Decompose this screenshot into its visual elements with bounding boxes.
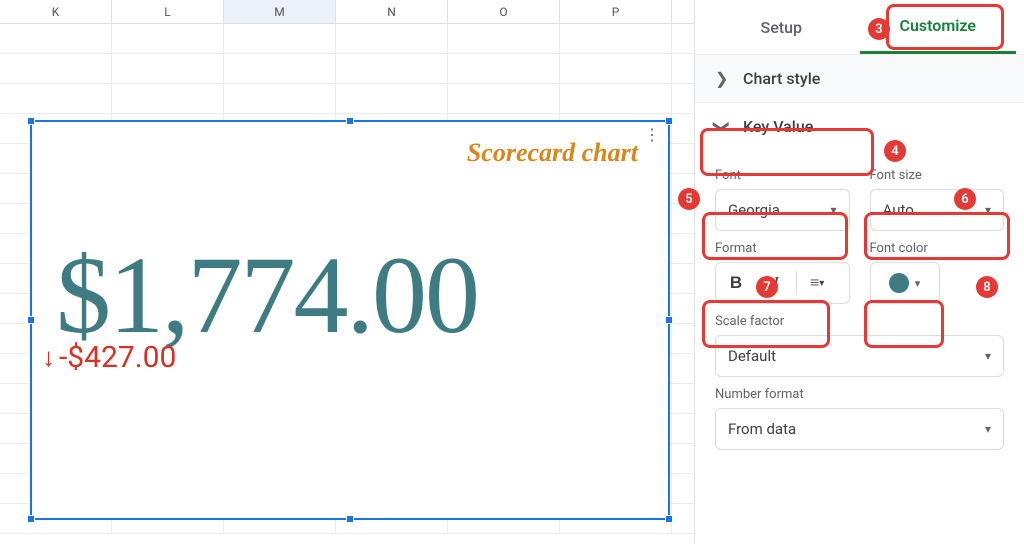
column-headers: K L M N O P	[0, 0, 694, 24]
fontcolor-label: Font color	[870, 241, 1005, 256]
font-color-picker[interactable]: ▾	[870, 262, 940, 304]
section-title: Key Value	[743, 117, 813, 136]
scale-factor-select[interactable]: Default ▾	[715, 335, 1004, 377]
resize-handle[interactable]	[665, 117, 673, 125]
format-label: Format	[715, 241, 850, 256]
format-group: B I ≡▾	[715, 262, 850, 304]
fontsize-value: Auto	[883, 201, 914, 219]
caret-down-icon: ▾	[915, 277, 921, 290]
fontsize-label: Font size	[870, 168, 1005, 183]
annotation-badge: 5	[678, 188, 700, 210]
annotation-badge: 4	[884, 140, 906, 162]
resize-handle[interactable]	[346, 117, 354, 125]
col-header-P[interactable]: P	[560, 0, 672, 23]
annotation-badge: 8	[976, 276, 998, 298]
font-value: Georgia	[728, 201, 780, 219]
arrow-down-icon: ↓	[42, 345, 55, 371]
chevron-down-icon: ❯	[713, 120, 732, 134]
tab-row: Setup Customize	[695, 0, 1024, 54]
number-format-value: From data	[728, 420, 796, 438]
resize-handle[interactable]	[665, 316, 673, 324]
col-header-O[interactable]: O	[448, 0, 560, 23]
col-header-L[interactable]: L	[112, 0, 224, 23]
caret-down-icon: ▾	[830, 203, 836, 217]
chart-delta-value: -$427.00	[59, 340, 176, 375]
annotation-badge: 6	[954, 188, 976, 210]
align-button[interactable]: ≡▾	[797, 263, 837, 303]
resize-handle[interactable]	[665, 515, 673, 523]
scorecard-chart[interactable]: ⋮ Scorecard chart $1,774.00 ↓ -$427.00	[30, 120, 670, 520]
chart-menu-icon[interactable]: ⋮	[644, 130, 660, 140]
scale-factor-value: Default	[728, 347, 776, 365]
resize-handle[interactable]	[27, 316, 35, 324]
color-swatch-icon	[889, 273, 909, 293]
fontsize-select[interactable]: Auto ▾	[870, 189, 1005, 231]
annotation-badge: 7	[756, 276, 778, 298]
resize-handle[interactable]	[27, 117, 35, 125]
chevron-right-icon: ❯	[715, 69, 729, 88]
caret-down-icon: ▾	[985, 203, 991, 217]
section-chart-style[interactable]: ❯ Chart style	[695, 54, 1024, 102]
annotation-badge: 3	[868, 18, 890, 40]
font-label: Font	[715, 168, 850, 183]
chart-delta: ↓ -$427.00	[42, 340, 176, 375]
tab-setup[interactable]: Setup	[703, 0, 860, 54]
chart-editor-sidebar: Setup Customize ❯ Chart style ❯ Key Valu…	[694, 0, 1024, 544]
number-format-label: Number format	[715, 387, 1004, 402]
resize-handle[interactable]	[27, 515, 35, 523]
section-title: Chart style	[743, 69, 820, 88]
bold-button[interactable]: B	[716, 263, 756, 303]
col-header-M[interactable]: M	[224, 0, 336, 23]
spreadsheet-area: K L M N O P	[0, 0, 694, 544]
section-key-value[interactable]: ❯ Key Value	[695, 102, 1024, 150]
font-select[interactable]: Georgia ▾	[715, 189, 850, 231]
scale-factor-label: Scale factor	[715, 314, 1004, 329]
resize-handle[interactable]	[346, 515, 354, 523]
col-header-K[interactable]: K	[0, 0, 112, 23]
col-header-N[interactable]: N	[336, 0, 448, 23]
chart-title: Scorecard chart	[467, 138, 638, 168]
number-format-select[interactable]: From data ▾	[715, 408, 1004, 450]
caret-down-icon: ▾	[985, 349, 991, 363]
caret-down-icon: ▾	[985, 422, 991, 436]
